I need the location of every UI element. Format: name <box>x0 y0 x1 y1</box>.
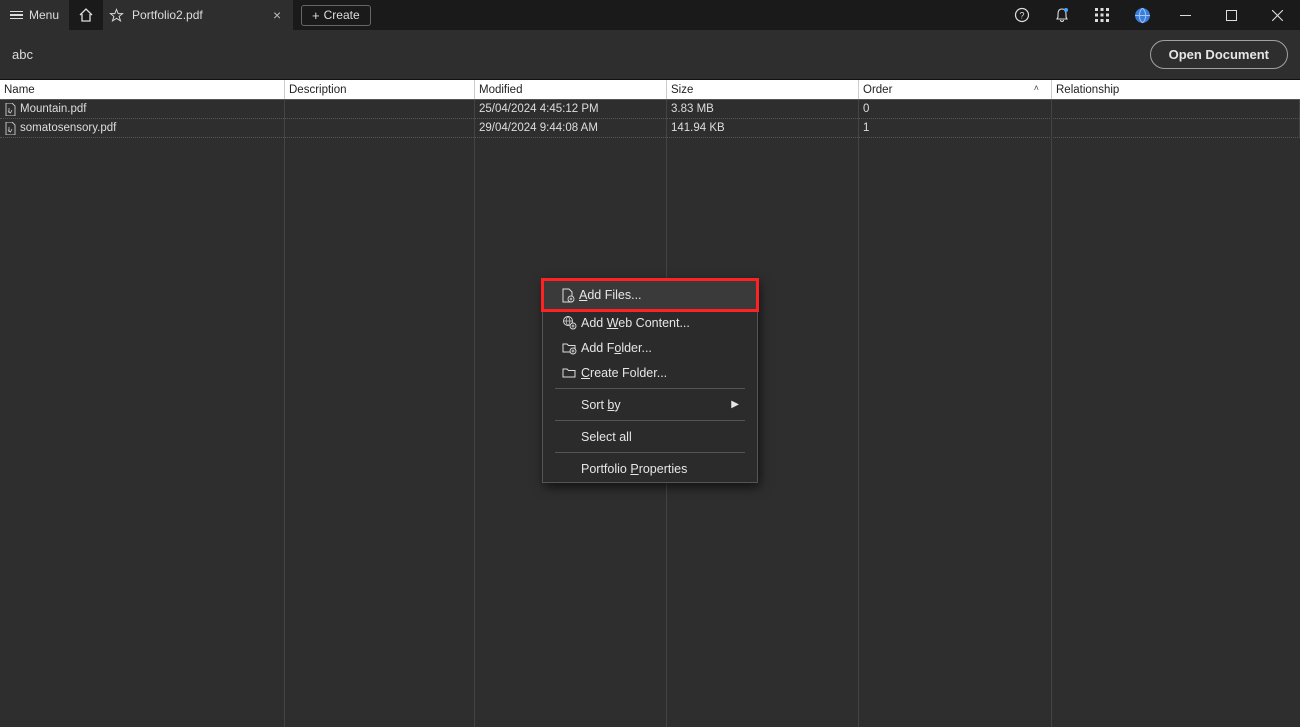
context-menu: Add Files... Add Web Content... Add Fold… <box>542 278 758 483</box>
column-header-relationship[interactable]: Relationship <box>1052 80 1300 99</box>
hamburger-icon <box>10 11 23 20</box>
plus-icon: + <box>312 8 320 23</box>
minimize-icon <box>1180 10 1191 21</box>
cell-modified: 29/04/2024 9:44:08 AM <box>475 119 667 137</box>
menu-label: Menu <box>29 8 59 22</box>
file-list: Mountain.pdf 25/04/2024 4:45:12 PM 3.83 … <box>0 100 1300 138</box>
table-header: Name Description Modified Size Order˄ Re… <box>0 80 1300 100</box>
column-header-order[interactable]: Order˄ <box>859 80 1052 99</box>
tab-title: Portfolio2.pdf <box>132 8 263 22</box>
breadcrumb-bar: abc Open Document <box>0 30 1300 80</box>
menu-label: Add Folder... <box>581 341 739 355</box>
submenu-arrow-icon: ▶ <box>729 399 739 410</box>
menu-separator <box>555 388 745 389</box>
pdf-file-icon <box>4 121 16 135</box>
cell-description <box>285 100 475 118</box>
cell-relationship <box>1052 100 1300 118</box>
document-tab[interactable]: Portfolio2.pdf × <box>103 0 293 30</box>
add-folder-icon <box>557 340 581 355</box>
home-button[interactable] <box>69 0 103 30</box>
open-document-button[interactable]: Open Document <box>1150 40 1288 69</box>
menu-add-folder[interactable]: Add Folder... <box>549 335 751 360</box>
menu-separator <box>555 420 745 421</box>
menu-label: Select all <box>581 430 739 444</box>
pdf-file-icon <box>4 102 16 116</box>
titlebar: Menu Portfolio2.pdf × + Create ? <box>0 0 1300 30</box>
bell-icon <box>1054 7 1070 23</box>
menu-sort-by[interactable]: Sort by ▶ <box>549 392 751 417</box>
menu-separator <box>555 452 745 453</box>
web-icon <box>557 315 581 330</box>
cell-name: somatosensory.pdf <box>0 119 285 137</box>
menu-label: Create Folder... <box>581 366 739 380</box>
menu-label: Portfolio Properties <box>581 462 739 476</box>
folder-icon <box>557 365 581 380</box>
maximize-button[interactable] <box>1208 0 1254 30</box>
cell-modified: 25/04/2024 4:45:12 PM <box>475 100 667 118</box>
table-row[interactable]: Mountain.pdf 25/04/2024 4:45:12 PM 3.83 … <box>0 100 1300 119</box>
table-row[interactable]: somatosensory.pdf 29/04/2024 9:44:08 AM … <box>0 119 1300 138</box>
close-icon <box>1272 10 1283 21</box>
menu-add-files[interactable]: Add Files... <box>543 280 757 310</box>
menu-portfolio-properties[interactable]: Portfolio Properties <box>549 456 751 481</box>
column-header-modified[interactable]: Modified <box>475 80 667 99</box>
menu-label: Add Web Content... <box>581 316 739 330</box>
create-button[interactable]: + Create <box>301 5 371 26</box>
menu-add-web-content[interactable]: Add Web Content... <box>549 310 751 335</box>
account-button[interactable] <box>1122 0 1162 30</box>
add-file-icon <box>555 288 579 303</box>
cell-relationship <box>1052 119 1300 137</box>
window-close-button[interactable] <box>1254 0 1300 30</box>
column-header-name[interactable]: Name <box>0 80 285 99</box>
globe-icon <box>1134 7 1151 24</box>
menu-button[interactable]: Menu <box>0 0 69 30</box>
create-label: Create <box>324 8 360 22</box>
breadcrumb-path: abc <box>12 47 33 62</box>
menu-label: Add Files... <box>579 288 739 302</box>
menu-create-folder[interactable]: Create Folder... <box>549 360 751 385</box>
svg-text:?: ? <box>1019 11 1024 21</box>
help-icon: ? <box>1014 7 1030 23</box>
cell-name: Mountain.pdf <box>0 100 285 118</box>
sort-ascending-icon: ˄ <box>1034 83 1039 93</box>
maximize-icon <box>1226 10 1237 21</box>
cell-order: 1 <box>859 119 1052 137</box>
star-icon <box>109 8 124 23</box>
cell-size: 141.94 KB <box>667 119 859 137</box>
menu-select-all[interactable]: Select all <box>549 424 751 449</box>
apps-button[interactable] <box>1082 0 1122 30</box>
grid-icon <box>1095 8 1109 22</box>
menu-label: Sort by <box>581 398 729 412</box>
column-header-description[interactable]: Description <box>285 80 475 99</box>
home-icon <box>78 7 94 23</box>
cell-size: 3.83 MB <box>667 100 859 118</box>
tab-close-button[interactable]: × <box>269 7 285 23</box>
minimize-button[interactable] <box>1162 0 1208 30</box>
column-header-size[interactable]: Size <box>667 80 859 99</box>
notifications-button[interactable] <box>1042 0 1082 30</box>
open-document-label: Open Document <box>1169 47 1269 62</box>
cell-description <box>285 119 475 137</box>
help-button[interactable]: ? <box>1002 0 1042 30</box>
cell-order: 0 <box>859 100 1052 118</box>
